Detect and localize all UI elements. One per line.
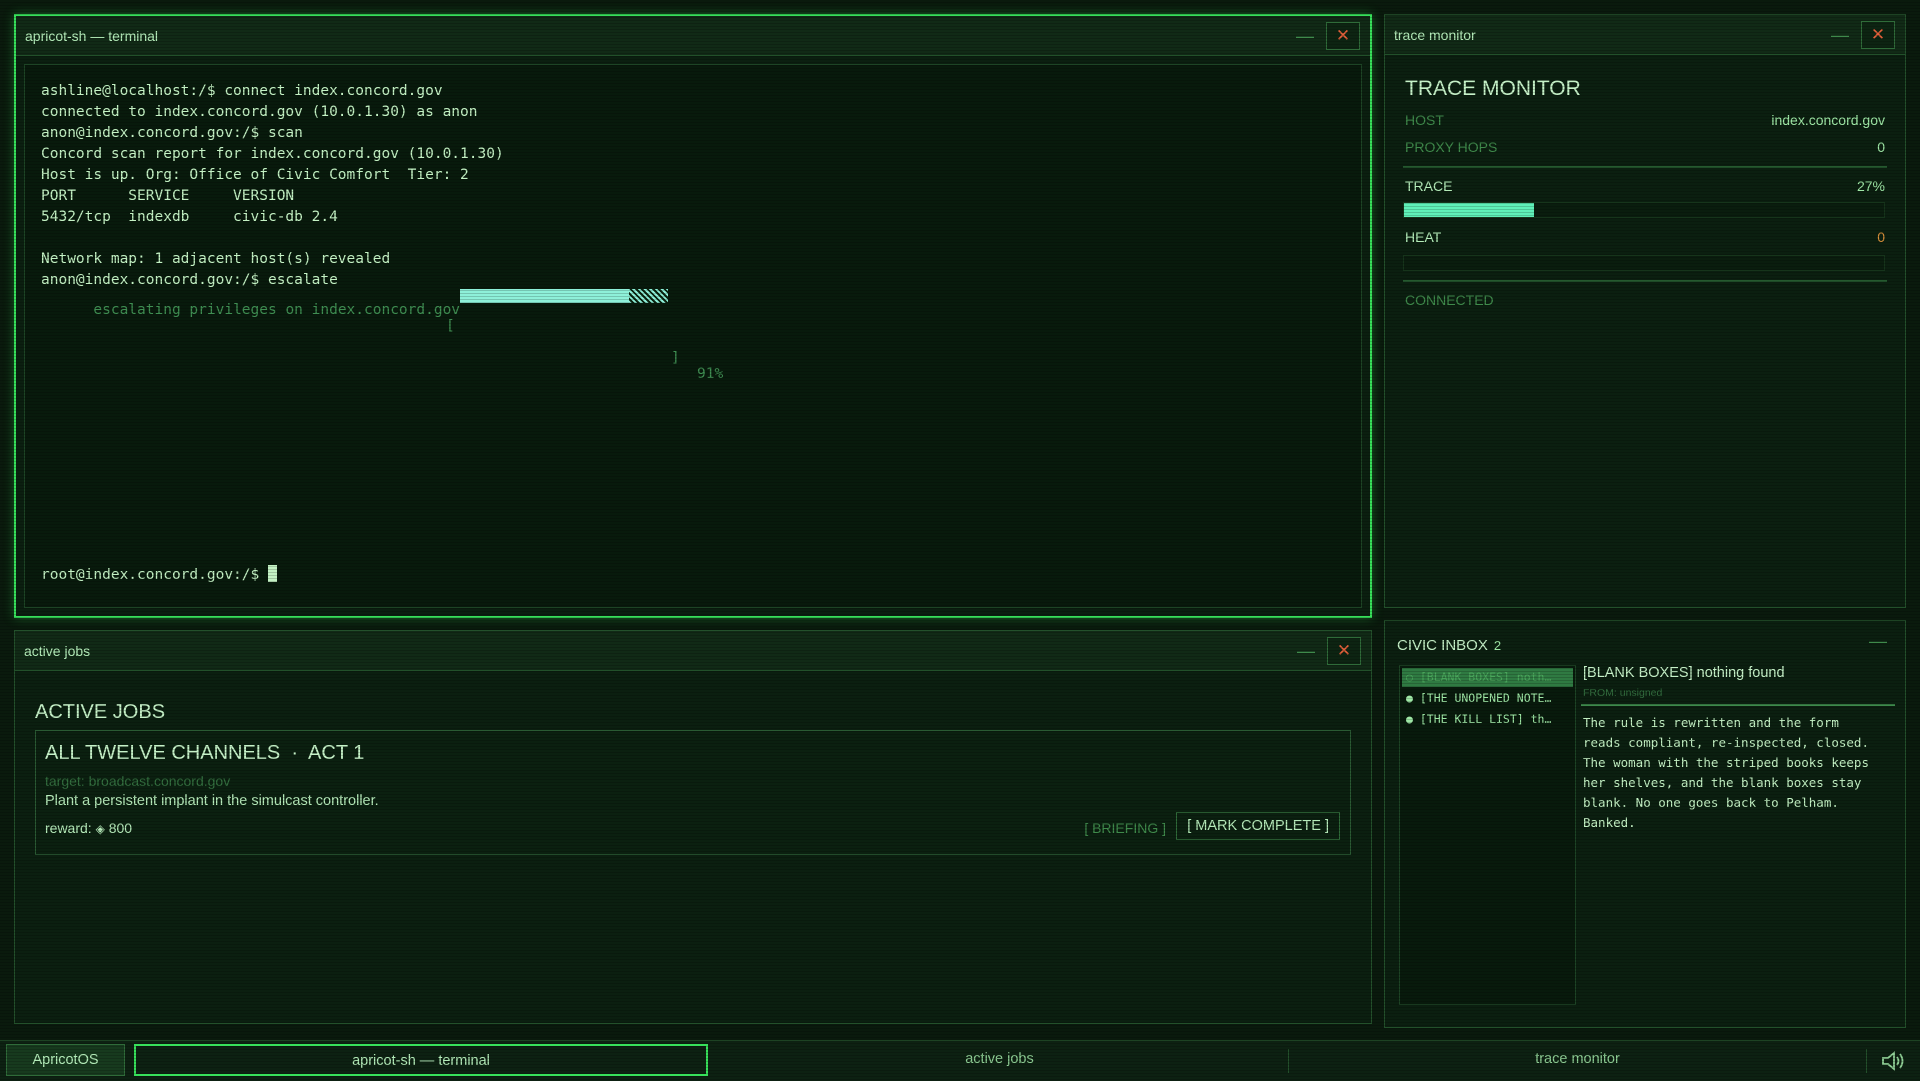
message-body: The rule is rewritten and the form reads… xyxy=(1583,715,1869,830)
terminal-line: connected to index.concord.gov (10.0.1.3… xyxy=(41,104,478,120)
progress-label: escalating privileges on index.concord.g… xyxy=(93,302,461,318)
message-subject: [BLANK BOXES] nothing found xyxy=(1583,665,1785,681)
message-item[interactable]: ○ [BLANK BOXES] noth… xyxy=(1402,668,1573,687)
briefing-button[interactable]: [ BRIEFING ] xyxy=(1084,820,1166,836)
mark-complete-button[interactable]: [ MARK COMPLETE ] xyxy=(1176,812,1340,840)
terminal-line: ashline@localhost:/$ connect index.conco… xyxy=(41,83,443,99)
terminal-window: apricot-sh — terminal — ✕ ashline@localh… xyxy=(14,14,1372,618)
minimize-icon[interactable]: — xyxy=(1297,631,1315,671)
job-reward: reward: ◈ 800 xyxy=(45,820,132,836)
trace-bar-fill xyxy=(1404,203,1534,217)
close-icon[interactable]: ✕ xyxy=(1861,21,1895,49)
progress-bracket-close: ] xyxy=(671,350,680,366)
taskbar-separator xyxy=(1866,1049,1867,1073)
minimize-icon[interactable]: — xyxy=(1869,631,1887,652)
host-label: HOST xyxy=(1405,112,1444,128)
message-list[interactable]: ○ [BLANK BOXES] noth… ● [THE UNOPENED NO… xyxy=(1399,665,1576,1005)
jobs-window-title: active jobs xyxy=(24,643,91,659)
trace-monitor-window: trace monitor — ✕ TRACE MONITOR HOST ind… xyxy=(1384,14,1906,608)
terminal-line: Host is up. Org: Office of Civic Comfort… xyxy=(41,167,469,183)
minimize-icon[interactable]: — xyxy=(1296,16,1314,56)
text-cursor xyxy=(267,565,277,582)
taskbar-item-trace-monitor[interactable]: trace monitor xyxy=(1290,1044,1865,1076)
trace-heading: TRACE MONITOR xyxy=(1405,77,1581,100)
credit-icon: ◈ xyxy=(95,822,105,836)
terminal-title: apricot-sh — terminal xyxy=(25,28,159,44)
job-name: ALL TWELVE CHANNELS · ACT 1 xyxy=(45,742,365,764)
start-button[interactable]: ApricotOS xyxy=(6,1044,125,1076)
close-icon[interactable]: ✕ xyxy=(1326,22,1360,50)
message-sender: FROM: unsigned xyxy=(1583,687,1663,699)
trace-window-title: trace monitor xyxy=(1394,27,1476,43)
host-value: index.concord.gov xyxy=(1771,112,1885,128)
trace-label: TRACE xyxy=(1405,178,1453,194)
reward-value: 800 xyxy=(108,820,133,836)
active-jobs-window: active jobs — ✕ ACTIVE JOBS ALL TWELVE C… xyxy=(14,630,1372,1024)
trace-titlebar[interactable]: trace monitor — ✕ xyxy=(1385,15,1905,55)
taskbar-item-active-jobs[interactable]: active jobs xyxy=(712,1044,1287,1076)
jobs-heading: ACTIVE JOBS xyxy=(35,701,166,723)
progress-percent: 91% xyxy=(697,366,724,382)
divider xyxy=(1581,704,1895,706)
connection-status: CONNECTED xyxy=(1405,292,1494,308)
terminal-prompt: root@index.concord.gov:/$ xyxy=(41,567,268,583)
close-icon[interactable]: ✕ xyxy=(1327,637,1361,665)
progress-track xyxy=(460,289,668,303)
job-card: ALL TWELVE CHANNELS · ACT 1 target: broa… xyxy=(35,730,1351,855)
divider xyxy=(1403,280,1887,282)
progress-remaining xyxy=(629,289,668,303)
inbox-title-text: CIVIC INBOX xyxy=(1397,637,1488,654)
inbox-count: 2 xyxy=(1493,638,1502,653)
terminal-line: Network map: 1 adjacent host(s) revealed xyxy=(41,251,391,267)
inbox-title: CIVIC INBOX 2 xyxy=(1397,637,1501,654)
volume-icon[interactable] xyxy=(1880,1049,1906,1073)
proxy-hops-value: 0 xyxy=(1877,139,1885,155)
heat-label: HEAT xyxy=(1405,229,1442,245)
taskbar-item-terminal[interactable]: apricot-sh — terminal xyxy=(134,1044,708,1076)
job-target: target: broadcast.concord.gov xyxy=(45,773,231,789)
job-description: Plant a persistent implant in the simulc… xyxy=(45,793,379,809)
proxy-hops-label: PROXY HOPS xyxy=(1405,139,1498,155)
progress-bracket-open: [ xyxy=(446,318,455,334)
trace-bar xyxy=(1403,202,1885,218)
minimize-icon[interactable]: — xyxy=(1831,15,1849,55)
heat-bar xyxy=(1403,255,1885,271)
terminal-line: PORT SERVICE VERSION xyxy=(41,188,295,204)
terminal-line: Concord scan report for index.concord.go… xyxy=(41,146,504,162)
message-item[interactable]: ● [THE KILL LIST] th… xyxy=(1402,710,1573,729)
trace-value: 27% xyxy=(1856,178,1885,194)
jobs-titlebar[interactable]: active jobs — ✕ xyxy=(15,631,1371,671)
progress-fill xyxy=(460,289,629,303)
message-item[interactable]: ● [THE UNOPENED NOTE… xyxy=(1402,689,1573,708)
terminal-line: 5432/tcp indexdb civic-db 2.4 xyxy=(41,209,338,225)
escalation-progress: escalating privileges on index.concord.g… xyxy=(41,286,723,382)
terminal-prompt-line[interactable]: root@index.concord.gov:/$ xyxy=(41,565,277,583)
taskbar-separator xyxy=(1288,1049,1289,1073)
reward-label: reward: xyxy=(45,820,92,836)
inbox-window: CIVIC INBOX 2 — ○ [BLANK BOXES] noth… ● [… xyxy=(1384,620,1906,1028)
taskbar: ApricotOS apricot-sh — terminal active j… xyxy=(0,1040,1920,1081)
divider xyxy=(1403,166,1887,168)
terminal-line: anon@index.concord.gov:/$ scan xyxy=(41,125,303,141)
terminal-output[interactable]: ashline@localhost:/$ connect index.conco… xyxy=(24,64,1362,608)
heat-value: 0 xyxy=(1877,229,1885,245)
terminal-titlebar[interactable]: apricot-sh — terminal — ✕ xyxy=(16,16,1370,56)
